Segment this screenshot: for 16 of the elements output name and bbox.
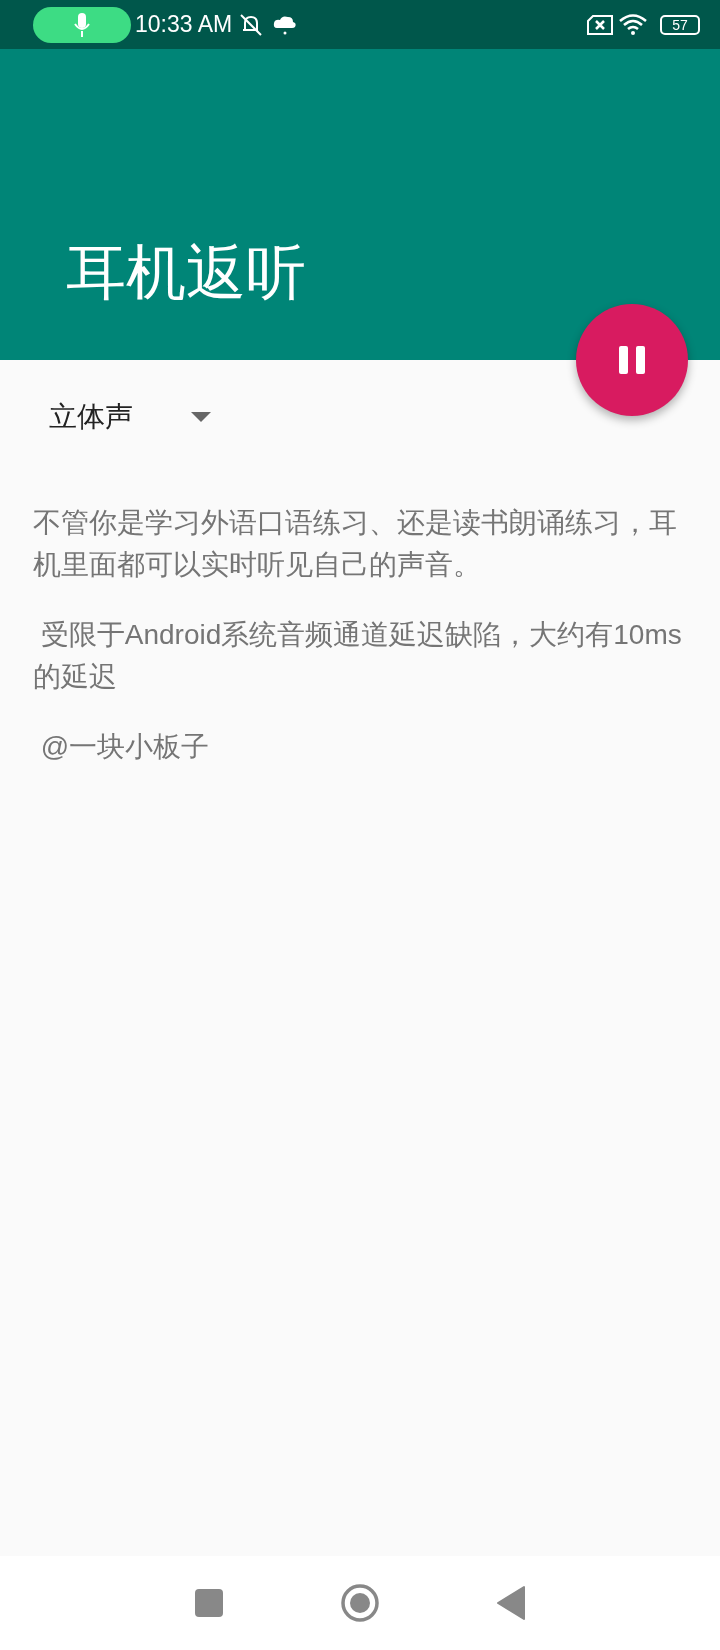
no-sim-icon xyxy=(586,13,614,36)
recents-button[interactable] xyxy=(194,1588,224,1618)
channel-dropdown[interactable]: 立体声 xyxy=(33,390,223,444)
status-time: 10:33 AM xyxy=(135,11,233,38)
pause-icon xyxy=(617,345,647,375)
battery-level: 57 xyxy=(672,17,688,32)
app-title: 耳机返听 xyxy=(66,236,306,308)
back-button[interactable] xyxy=(496,1585,526,1621)
home-button[interactable] xyxy=(340,1583,380,1623)
microphone-icon xyxy=(73,11,91,38)
wifi-icon xyxy=(618,12,648,37)
description-text: 不管你是学习外语口语练习、还是读书朗诵练习，耳机里面都可以实时听见自己的声音。 xyxy=(33,506,678,582)
dropdown-caret-icon xyxy=(191,412,211,422)
description-text: @一块小板子 xyxy=(39,730,211,764)
pause-button[interactable] xyxy=(576,304,688,416)
description-text: 受限于Android系统音频通道延迟缺陷，大约有10ms的延迟 xyxy=(33,618,683,694)
